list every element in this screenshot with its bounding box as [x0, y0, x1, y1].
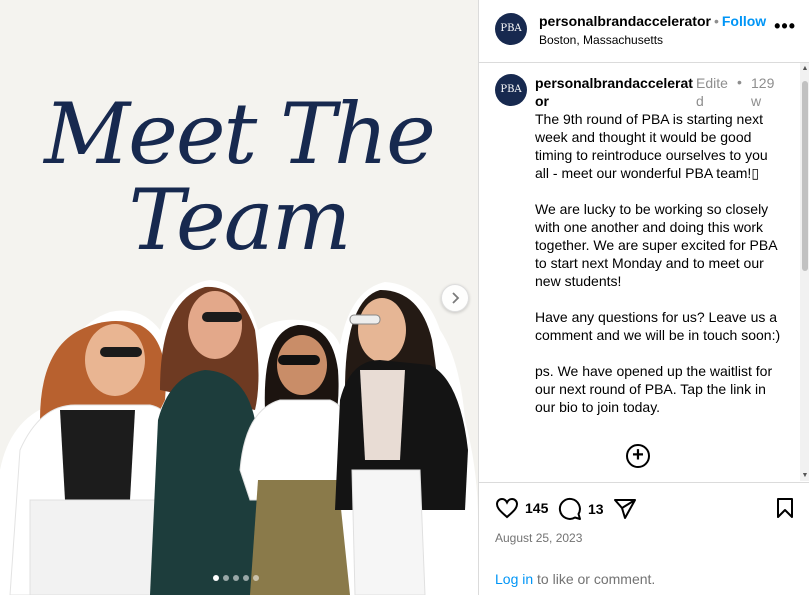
separator-dot: •	[713, 13, 719, 29]
carousel-dot	[253, 575, 259, 581]
image-headline-line1: Meet The	[44, 85, 436, 183]
scroll-down-arrow-icon[interactable]: ▼	[801, 472, 809, 479]
team-photo	[0, 280, 478, 595]
like-count: 145	[525, 500, 549, 516]
scroll-thumb[interactable]	[802, 81, 808, 271]
caption-scrollbar[interactable]: ▲ ▼	[800, 63, 809, 481]
comment-icon	[558, 497, 581, 520]
separator-dot: •	[737, 74, 742, 90]
post-time[interactable]: 129w	[751, 74, 779, 110]
share-button[interactable]	[613, 497, 637, 521]
login-prompt-text: to like or comment.	[533, 571, 656, 587]
location-link[interactable]: Boston, Massachusetts	[539, 33, 663, 47]
share-icon	[614, 499, 636, 519]
avatar[interactable]: PBA	[495, 13, 527, 45]
plus-icon: +	[632, 444, 644, 466]
follow-button[interactable]: Follow	[722, 13, 766, 29]
login-prompt: Log in to like or comment.	[495, 571, 655, 587]
caption-text: The 9th round of PBA is starting next we…	[535, 110, 783, 434]
post-actions: 145 13 August 25, 2023 Log in to like or…	[479, 482, 809, 596]
avatar-initials: PBA	[500, 23, 522, 35]
carousel-dots	[213, 575, 259, 581]
carousel-dot	[223, 575, 229, 581]
post-author: personalbrandaccelerator • Follow	[539, 13, 766, 29]
comment-count: 13	[588, 501, 604, 517]
load-more-comments-button[interactable]: +	[626, 444, 650, 468]
caption-paragraph: We are lucky to be working so closely wi…	[535, 201, 777, 289]
edited-label: Edited	[696, 75, 728, 109]
chevron-right-icon	[452, 292, 460, 304]
post-header: PBA personalbrandaccelerator • Follow Bost…	[479, 0, 809, 63]
caption-paragraph: Have any questions for us? Leave us a co…	[535, 309, 781, 343]
like-button[interactable]: 145	[495, 497, 548, 519]
post-image[interactable]: Meet The Team	[0, 0, 478, 595]
carousel-dot	[243, 575, 249, 581]
login-link[interactable]: Log in	[495, 571, 533, 587]
avatar-initials: PBA	[500, 84, 522, 96]
more-options-button[interactable]: •••	[774, 16, 796, 37]
next-image-button[interactable]	[441, 284, 469, 312]
heart-icon	[495, 497, 519, 519]
carousel-dot	[213, 575, 219, 581]
username-link[interactable]: personalbrandaccelerator	[539, 13, 711, 29]
post-date[interactable]: August 25, 2023	[495, 531, 582, 545]
comment-button[interactable]: 13	[558, 497, 604, 521]
caption-paragraph: ps. We have opened up the waitlist for o…	[535, 363, 773, 415]
carousel-dot	[233, 575, 239, 581]
scroll-up-arrow-icon[interactable]: ▲	[801, 65, 809, 72]
caption-paragraph: The 9th round of PBA is starting next we…	[535, 111, 768, 181]
caption-area: PBA personalbrandaccelerator Edited • 12…	[479, 63, 799, 481]
avatar[interactable]: PBA	[495, 74, 527, 106]
save-button[interactable]	[776, 497, 794, 519]
bookmark-icon	[777, 498, 793, 518]
caption-username[interactable]: personalbrandaccelerator	[535, 74, 695, 110]
post-side-panel: PBA personalbrandaccelerator • Follow Bost…	[478, 0, 809, 595]
image-headline-line2: Team	[128, 171, 352, 269]
